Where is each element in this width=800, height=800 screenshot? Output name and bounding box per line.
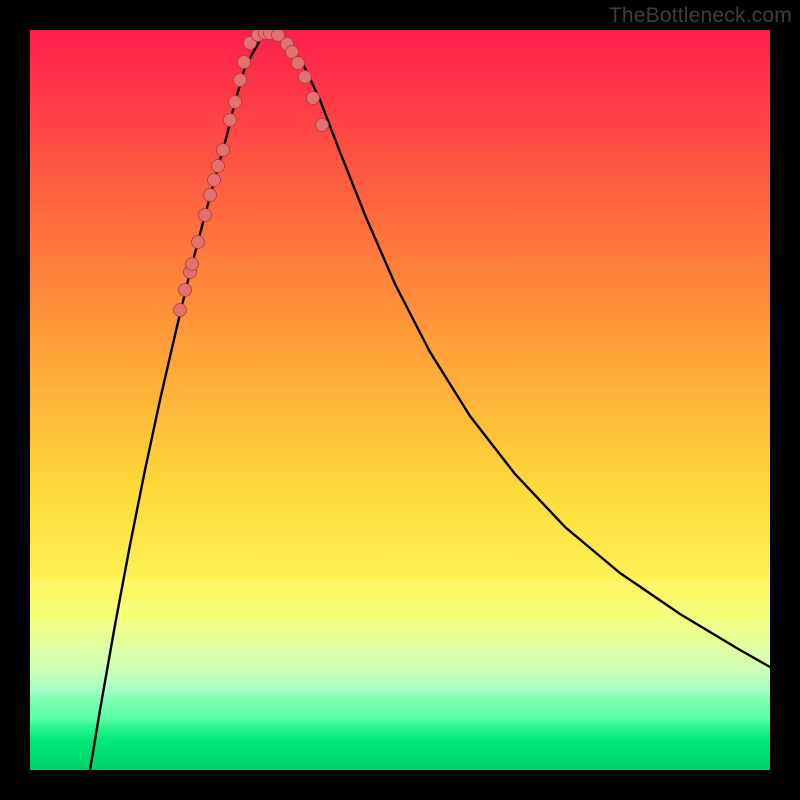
- data-point: [244, 37, 257, 50]
- data-point: [186, 258, 199, 271]
- data-point: [234, 74, 247, 87]
- data-point: [174, 304, 187, 317]
- data-point: [281, 38, 294, 51]
- plot-area: [30, 30, 770, 770]
- data-point: [192, 236, 205, 249]
- data-point: [204, 189, 217, 202]
- data-point: [199, 209, 212, 222]
- bottleneck-curve: [90, 32, 770, 770]
- data-point: [264, 30, 277, 40]
- data-point: [229, 96, 242, 109]
- bottleneck-curve-path: [90, 32, 770, 770]
- data-point: [217, 144, 230, 157]
- data-point: [184, 266, 197, 279]
- data-point: [208, 174, 221, 187]
- gradient-bands: [30, 30, 770, 770]
- data-point: [286, 46, 299, 59]
- data-point: [179, 284, 192, 297]
- curve-layer: [30, 30, 770, 770]
- chart-container: TheBottleneck.com: [0, 0, 800, 800]
- data-point: [224, 114, 237, 127]
- data-point: [272, 30, 285, 42]
- data-point: [212, 160, 225, 173]
- highlighted-points: [174, 30, 329, 317]
- data-point: [259, 30, 272, 40]
- data-point: [307, 92, 320, 105]
- data-point: [238, 56, 251, 69]
- data-point: [252, 30, 265, 42]
- data-point: [299, 71, 312, 84]
- data-point: [292, 57, 305, 70]
- watermark-text: TheBottleneck.com: [609, 4, 792, 28]
- data-point: [316, 119, 329, 132]
